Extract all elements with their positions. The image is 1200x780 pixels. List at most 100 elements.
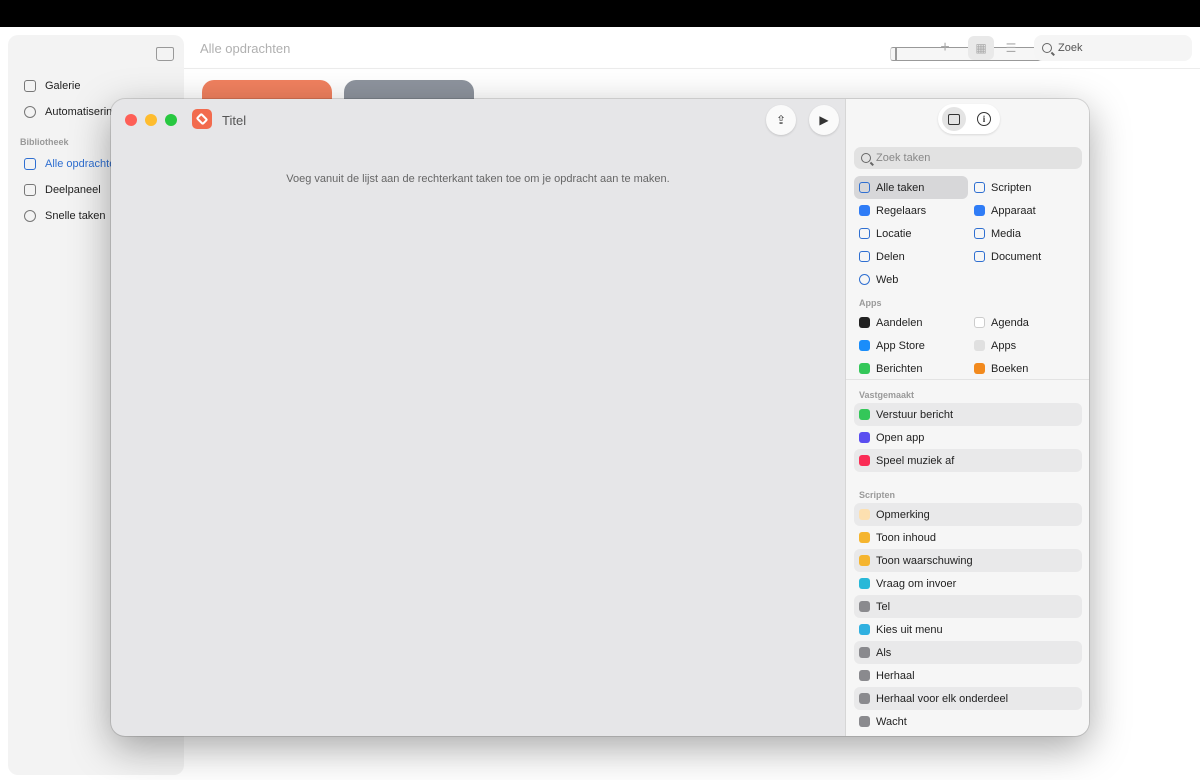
calendar-icon — [974, 317, 985, 328]
action-label: Open app — [876, 431, 925, 444]
count-icon — [859, 601, 870, 612]
apps-section-label: Apps — [859, 298, 882, 308]
list-icon — [859, 182, 870, 193]
action-label: Kies uit menu — [876, 623, 943, 636]
app-stocks[interactable]: Aandelen — [854, 311, 969, 334]
action-label: Toon inhoud — [876, 531, 936, 544]
search-placeholder: Zoek — [1058, 42, 1083, 54]
app-label: Aandelen — [876, 316, 923, 329]
messages-icon — [859, 363, 870, 374]
apps-icon — [974, 340, 985, 351]
category-media[interactable]: Media — [969, 222, 1084, 245]
close-window-button[interactable] — [125, 114, 137, 126]
window-controls — [125, 114, 177, 126]
sidebar-item-label: Alle opdrachten — [45, 158, 122, 170]
minimize-window-button[interactable] — [145, 114, 157, 126]
shortcuts-icon — [24, 158, 36, 170]
category-sharing[interactable]: Delen — [854, 245, 969, 268]
category-label: Media — [991, 227, 1021, 240]
apps-grid: Aandelen Agenda App Store Apps Berichten… — [854, 311, 1084, 380]
add-shortcut-button[interactable]: + — [932, 35, 958, 61]
app-label: Apps — [991, 339, 1017, 352]
empty-editor-hint: Voeg vanuit de lijst aan de rechterkant … — [286, 173, 670, 185]
music-icon — [859, 455, 870, 466]
sidebar-item-label: Automatisering — [45, 106, 119, 118]
action-label: Toon waarschuwing — [876, 554, 973, 567]
category-label: Document — [991, 250, 1042, 263]
category-location[interactable]: Locatie — [854, 222, 969, 245]
search-field[interactable]: Zoek — [1034, 35, 1192, 61]
actions-search[interactable] — [854, 147, 1082, 169]
pinned-section-label: Vastgemaakt — [859, 390, 915, 400]
action-comment[interactable]: Opmerking — [854, 503, 1082, 526]
repeat-each-icon — [859, 693, 870, 704]
sidebar-item-label: Snelle taken — [45, 210, 106, 222]
category-controls[interactable]: Regelaars — [854, 199, 969, 222]
grid-view-icon[interactable]: ▦ — [968, 36, 994, 60]
action-ask-for-input[interactable]: Vraag om invoer — [854, 572, 1082, 595]
shortcut-editor-window: Titel ⇪ ▶ Voeg vanuit de lijst aan de re… — [111, 99, 1089, 736]
action-label: Tel — [876, 600, 891, 613]
action-label: Als — [876, 646, 892, 659]
location-icon — [859, 228, 870, 239]
music-note-icon — [974, 228, 985, 239]
action-label: Herhaal — [876, 669, 915, 682]
action-show-result[interactable]: Toon inhoud — [854, 526, 1082, 549]
scripting-list: Opmerking Toon inhoud Toon waarschuwing … — [854, 503, 1082, 733]
action-repeat[interactable]: Herhaal — [854, 664, 1082, 687]
category-document[interactable]: Document — [969, 245, 1084, 268]
new-folder-icon[interactable] — [156, 47, 174, 61]
shortcuts-app-icon[interactable] — [192, 109, 212, 129]
action-play-music[interactable]: Speel muziek af — [854, 449, 1082, 472]
app-calendar[interactable]: Agenda — [969, 311, 1084, 334]
comment-icon — [859, 509, 870, 520]
action-choose-from-menu[interactable]: Kies uit menu — [854, 618, 1082, 641]
actions-panel: i Alle taken Scripten Regelaars Apparaat… — [845, 99, 1089, 736]
search-icon — [1042, 43, 1052, 53]
share-icon — [859, 251, 870, 262]
sidebar-item-label: Deelpaneel — [45, 184, 101, 196]
action-show-alert[interactable]: Toon waarschuwing — [854, 549, 1082, 572]
app-label: Berichten — [876, 362, 923, 375]
stocks-icon — [859, 317, 870, 328]
device-icon — [974, 205, 985, 216]
list-view-icon[interactable]: ☰ — [998, 36, 1024, 60]
gallery-icon — [24, 80, 36, 92]
page-title: Alle opdrachten — [200, 41, 291, 56]
app-messages[interactable]: Berichten — [854, 357, 969, 380]
action-open-app[interactable]: Open app — [854, 426, 1082, 449]
category-all-actions[interactable]: Alle taken — [854, 176, 968, 199]
category-grid: Alle taken Scripten Regelaars Apparaat L… — [854, 176, 1084, 291]
library-icon — [948, 113, 960, 125]
action-send-message[interactable]: Verstuur bericht — [854, 403, 1082, 426]
zoom-window-button[interactable] — [165, 114, 177, 126]
actions-search-input[interactable] — [876, 152, 1066, 164]
category-scripting[interactable]: Scripten — [969, 176, 1084, 199]
actions-library-tab[interactable] — [942, 107, 966, 131]
category-web[interactable]: Web — [854, 268, 969, 291]
app-books[interactable]: Boeken — [969, 357, 1084, 380]
app-label: Boeken — [991, 362, 1029, 375]
share-sheet-icon — [24, 184, 36, 196]
run-button[interactable]: ▶ — [809, 105, 839, 135]
details-tab[interactable]: i — [972, 107, 996, 131]
panel-tabs: i — [938, 104, 1000, 134]
action-wait[interactable]: Wacht — [854, 710, 1082, 733]
messages-icon — [859, 409, 870, 420]
action-repeat-with-each[interactable]: Herhaal voor elk onderdeel — [854, 687, 1082, 710]
shortcut-title[interactable]: Titel — [222, 113, 246, 128]
search-icon — [861, 153, 871, 163]
share-button[interactable]: ⇪ — [766, 105, 796, 135]
action-if[interactable]: Als — [854, 641, 1082, 664]
open-app-icon — [859, 432, 870, 443]
app-apps[interactable]: Apps — [969, 334, 1084, 357]
sidebar-item-gallery[interactable]: Galerie — [20, 73, 180, 99]
action-count[interactable]: Tel — [854, 595, 1082, 618]
action-label: Opmerking — [876, 508, 930, 521]
app-app-store[interactable]: App Store — [854, 334, 969, 357]
category-device[interactable]: Apparaat — [969, 199, 1084, 222]
app-label: App Store — [876, 339, 925, 352]
wait-icon — [859, 716, 870, 727]
automation-icon — [24, 106, 36, 118]
sidebar-item-label: Galerie — [45, 80, 81, 92]
